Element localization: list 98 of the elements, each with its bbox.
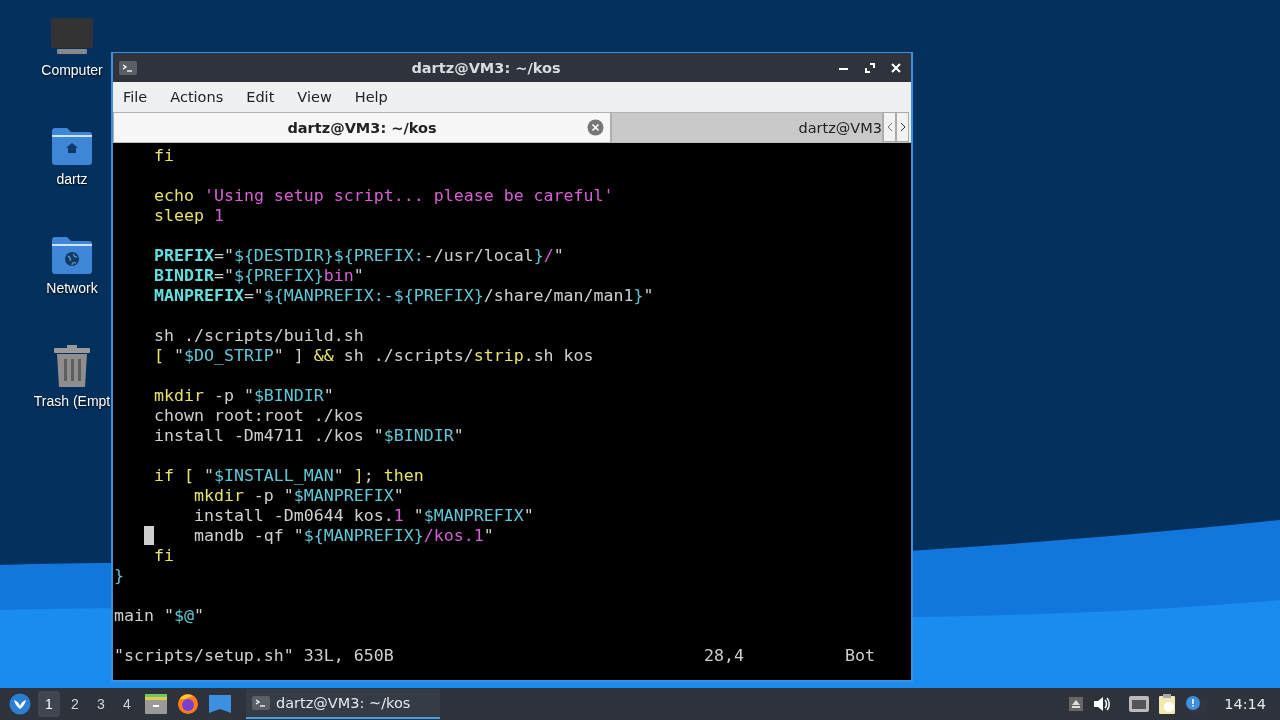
code-text: 1 xyxy=(393,506,404,526)
workspace-button[interactable]: 2 xyxy=(64,691,86,717)
workspace-button[interactable]: 4 xyxy=(116,691,138,717)
terminal-icon xyxy=(252,696,270,710)
code-text: =" xyxy=(243,286,264,306)
code-text: BINDIR xyxy=(152,266,214,286)
code-text: " xyxy=(523,506,534,526)
code-text: fi xyxy=(152,546,174,566)
code-text: $BINDIR xyxy=(383,426,454,446)
code-text: " xyxy=(202,466,214,486)
code-text: fi xyxy=(152,146,174,166)
menu-item[interactable]: Help xyxy=(344,85,396,109)
code-text: " xyxy=(643,286,654,306)
code-text: chown root:root ./kos xyxy=(152,406,364,426)
code-text: install -Dm4711 ./kos " xyxy=(152,426,384,446)
code-text: if [ xyxy=(152,466,194,486)
code-text: 'Using setup script... please be careful' xyxy=(202,186,614,206)
code-text: " xyxy=(483,526,494,546)
code-text: 1 xyxy=(212,206,224,226)
close-icon xyxy=(891,62,901,73)
code-text: install -Dm0644 kos. xyxy=(192,506,394,526)
code-text: $BINDIR xyxy=(253,386,324,406)
clock-text[interactable]: 14:14 xyxy=(1224,696,1266,712)
code-text: MANPREFIX xyxy=(152,286,244,306)
workspace-button[interactable]: 3 xyxy=(90,691,112,717)
code-text: -p " xyxy=(252,486,294,506)
code-text: -p " xyxy=(212,386,254,406)
code-text: .sh kos xyxy=(523,346,594,366)
chevron-right-icon xyxy=(899,122,906,132)
code-text: /kos.1 xyxy=(423,526,484,546)
code-text: /share/man/man1 xyxy=(483,286,634,306)
code-text: $MANPREFIX xyxy=(423,506,524,526)
globe-folder-icon xyxy=(51,236,93,274)
code-text: sleep xyxy=(152,206,204,226)
close-tab-icon[interactable] xyxy=(587,119,604,136)
code-text: ; xyxy=(363,466,375,486)
scroll-position-text: Bot xyxy=(845,646,875,666)
monitor-icon xyxy=(51,18,93,56)
code-text: PREFIX xyxy=(152,246,214,266)
code-text: mandb -qf " xyxy=(192,526,304,546)
menu-item[interactable]: Edit xyxy=(236,85,283,109)
trash-icon xyxy=(53,345,91,387)
code-text: / xyxy=(543,246,554,266)
code-text: sh ./scripts/build.sh xyxy=(152,326,364,346)
cursor-position-text: 28,4 xyxy=(704,646,745,666)
desktop-icon-label[interactable]: dartz xyxy=(56,171,88,187)
desktop-icon-label[interactable]: Computer xyxy=(41,62,103,78)
window-title: dartz@VM3: ~/kos xyxy=(410,59,562,76)
terminal-tab[interactable]: dartz@VM3: ~/kos xyxy=(113,112,611,142)
code-text: ${MANPREFIX} xyxy=(303,526,424,546)
code-text: } xyxy=(533,246,544,266)
code-text: main " xyxy=(114,606,174,626)
file-info-text: "scripts/setup.sh" 33L, 650B xyxy=(114,646,395,666)
code-text: mkdir xyxy=(192,486,244,506)
desktop-icon-label[interactable]: Trash (Empt xyxy=(33,393,111,409)
code-text: ${PREFIX} xyxy=(233,266,324,286)
code-text: && xyxy=(313,346,334,366)
code-text: " xyxy=(553,246,564,266)
code-text: } xyxy=(114,566,124,586)
code-text: $INSTALL_MAN xyxy=(213,466,334,486)
code-text: " xyxy=(333,466,345,486)
code-text: =" xyxy=(213,246,234,266)
code-text: " xyxy=(453,426,464,446)
maximize-icon xyxy=(865,62,875,73)
menu-item[interactable]: View xyxy=(287,85,340,109)
code-text: " xyxy=(393,486,404,506)
workspace-button[interactable]: 1 xyxy=(38,691,60,717)
taskbar-window-button[interactable]: dartz@VM3: ~/kos xyxy=(246,689,440,719)
code-text: strip xyxy=(473,346,524,366)
code-text: ${MANPREFIX:-${PREFIX} xyxy=(263,286,484,306)
code-text: [ xyxy=(152,346,164,366)
code-text: mkdir xyxy=(152,386,204,406)
code-text: " xyxy=(412,506,424,526)
code-text: $DO_STRIP xyxy=(183,346,274,366)
terminal-tab[interactable]: dartz@VM3 xyxy=(611,112,883,142)
code-text: ${DESTDIR}${PREFIX: xyxy=(233,246,424,266)
code-text: $@ xyxy=(173,606,194,626)
code-text: ] xyxy=(353,466,364,486)
code-text: " xyxy=(353,266,364,286)
home-folder-icon xyxy=(51,127,93,165)
code-text: " xyxy=(323,386,334,406)
menu-item[interactable]: File xyxy=(113,85,156,109)
menu-item[interactable]: Actions xyxy=(160,85,232,109)
desktop-icon-label[interactable]: Network xyxy=(46,280,98,296)
code-text: bin xyxy=(323,266,354,286)
code-text: " ] xyxy=(273,346,305,366)
code-text: -/usr/local xyxy=(423,246,534,266)
scroll-right-button[interactable] xyxy=(896,112,909,142)
code-text: " xyxy=(193,606,204,626)
code-text: " xyxy=(172,346,184,366)
code-text: } xyxy=(633,286,644,306)
terminal-icon xyxy=(119,60,137,75)
code-text: =" xyxy=(213,266,234,286)
code-text: then xyxy=(383,466,424,486)
code-text: echo xyxy=(152,186,194,206)
chevron-left-icon xyxy=(886,122,893,132)
code-text: $MANPREFIX xyxy=(293,486,394,506)
code-text: sh ./scripts/ xyxy=(342,346,474,366)
